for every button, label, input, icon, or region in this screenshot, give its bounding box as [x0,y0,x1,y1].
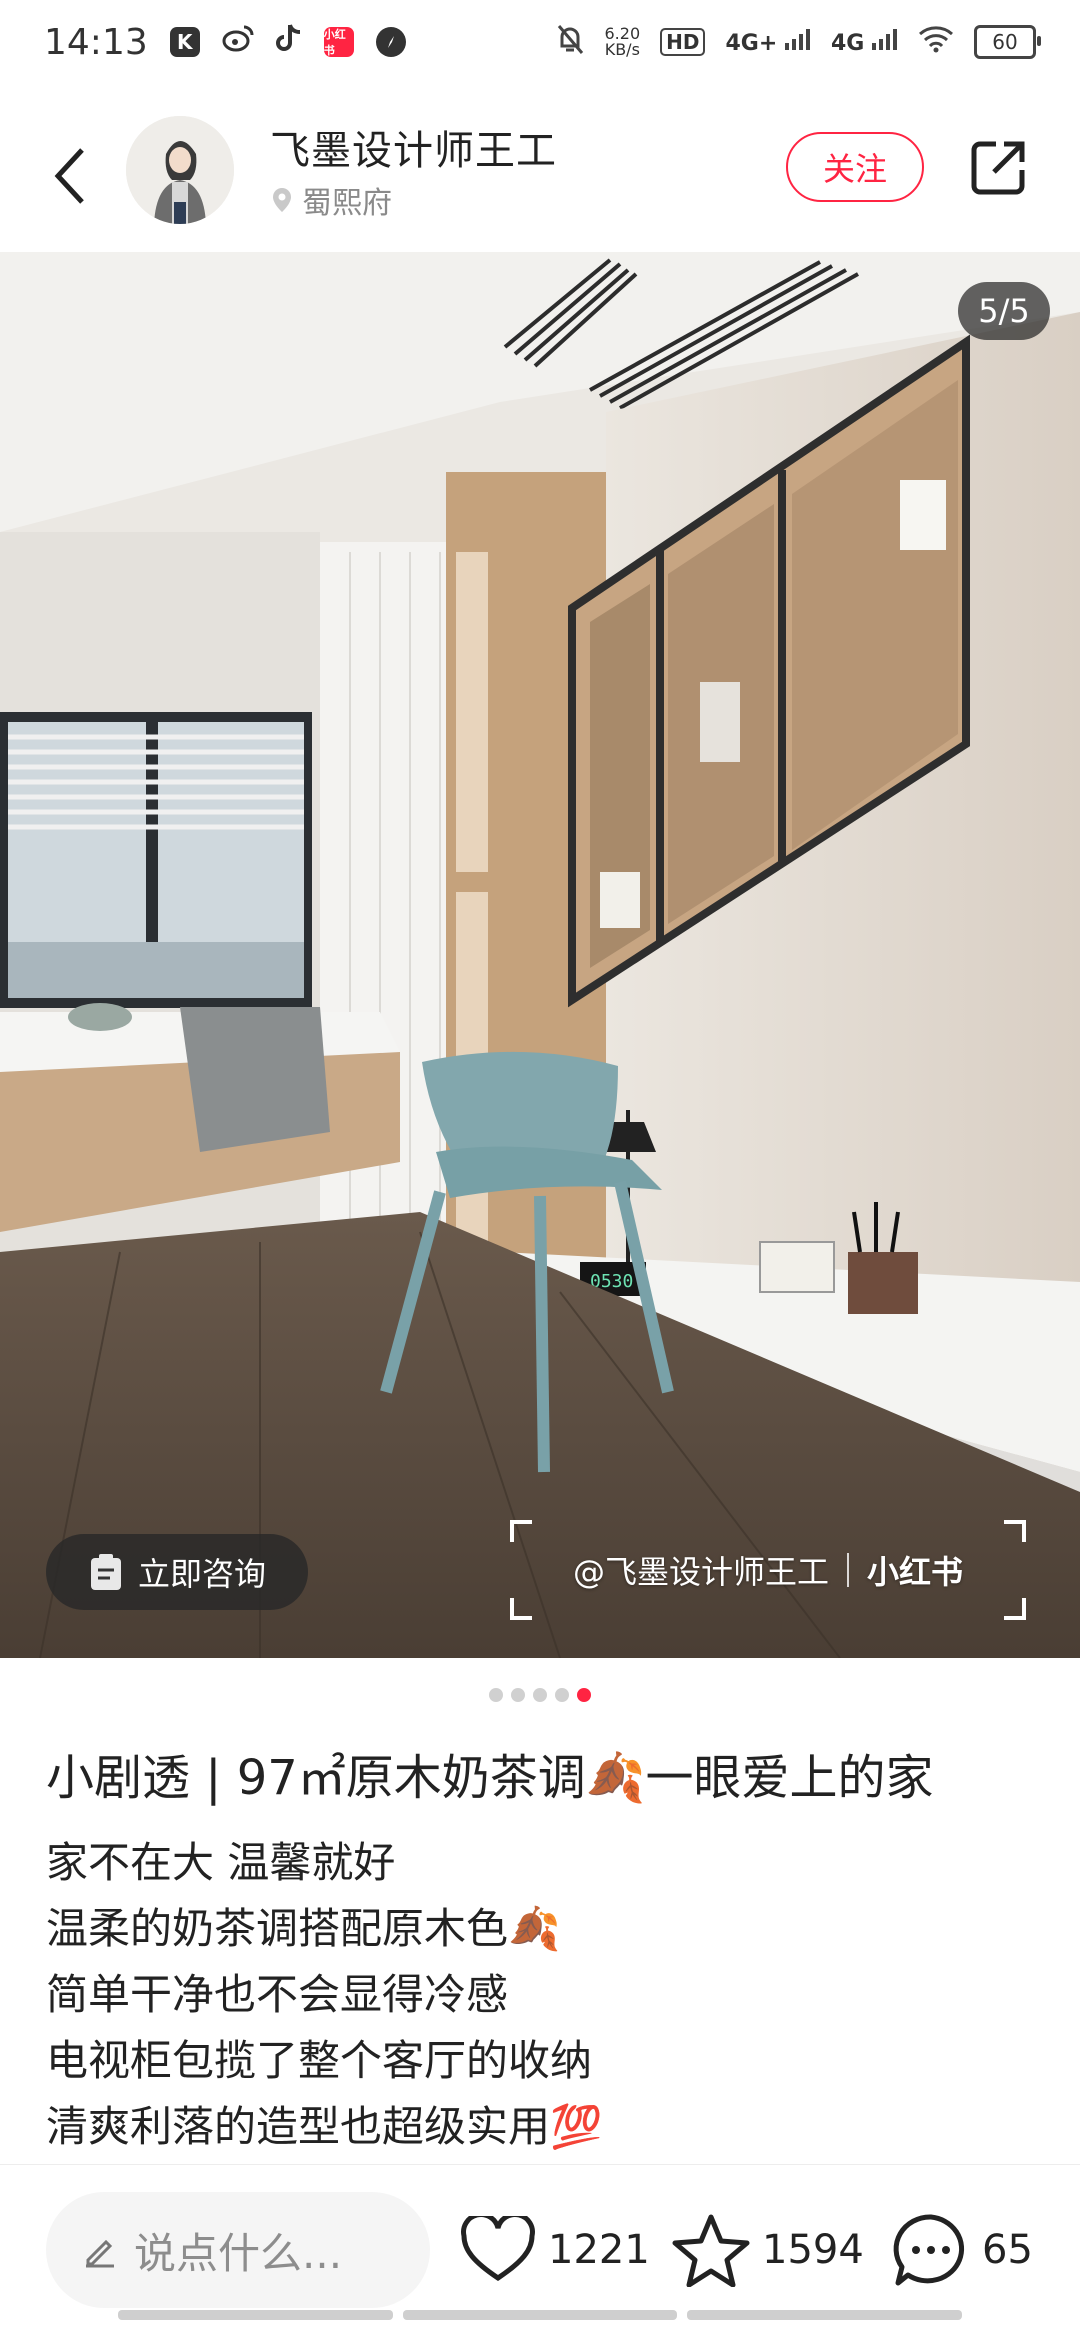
author-avatar[interactable] [126,116,234,224]
k-app-icon: K [169,27,200,57]
follow-button[interactable]: 关注 [786,132,924,202]
carousel-indicator [0,1688,1080,1702]
comment-placeholder: 说点什么... [134,2228,343,2278]
post-body: 家不在大 温馨就好 温柔的奶茶调搭配原木色🍂 简单干净也不会显得冷感 电视柜包揽… [46,1830,602,2160]
share-button[interactable] [964,134,1032,202]
page-counter: 5/5 [958,282,1050,340]
heart-icon [461,2216,535,2282]
status-time: 14:13 [44,21,148,63]
comment-input[interactable]: 说点什么... [46,2192,430,2308]
xiaohongshu-app-icon: 小红书 [323,27,354,57]
author-name[interactable]: 飞墨设计师王工 [270,118,557,176]
battery-indicator: 60 [974,25,1041,59]
network-speed: 6.20 KB/s [604,24,641,59]
location-label: 蜀熙府 [302,186,392,221]
post-title: 小剧透 | 97㎡原木奶茶调🍂一眼爱上的家 [46,1750,934,1806]
clipboard-icon [90,1554,121,1590]
mute-bell-icon [555,23,585,62]
post-image[interactable]: 0530 5/5 立即咨询 @飞墨设计师王工 小红书 [0,252,1080,1658]
watermark: @飞墨设计师王工 小红书 [510,1520,1026,1620]
watermark-author: @飞墨设计师王工 [572,1553,829,1591]
post-header: 飞墨设计师王工 蜀熙府 关注 [0,100,1080,250]
like-button[interactable]: 1221 [460,2208,650,2292]
post-line: 温柔的奶茶调搭配原木色🍂 [46,1904,561,1953]
pencil-icon [86,2239,114,2268]
hd-badge: HD [660,28,706,56]
comment-button[interactable]: 65 [892,2208,1033,2292]
room-photo: 0530 [0,252,1080,1658]
location-pin-icon [273,188,291,212]
carousel-dot [533,1688,547,1702]
weibo-icon [222,22,254,62]
consult-label: 立即咨询 [137,1555,266,1593]
signal-4g-plus: 4G+ [725,28,810,56]
like-count: 1221 [548,2227,650,2273]
chevron-left-icon [54,148,84,204]
post-line: 简单干净也不会显得冷感 [46,1970,509,2019]
comment-count: 65 [982,2227,1033,2273]
share-icon [971,141,1025,195]
divider [0,2164,1080,2165]
back-button[interactable] [40,136,100,216]
watermark-brand: 小红书 [867,1553,964,1591]
comment-bubble-icon [893,2214,965,2286]
carousel-dot [511,1688,525,1702]
wifi-icon [918,25,954,60]
status-bar: 14:13 K 小红书 6.20 KB/s HD 4G+ 4G 60 [0,0,1080,84]
post-line: 家不在大 温馨就好 [46,1838,396,1887]
consult-button[interactable]: 立即咨询 [46,1534,308,1610]
post-line: 清爽利落的造型也超级实用💯 [46,2102,603,2151]
carousel-dot [489,1688,503,1702]
signal-4g: 4G [831,28,898,56]
star-icon [672,2214,750,2287]
location-tag[interactable]: 蜀熙府 [270,178,392,222]
compass-icon [375,27,406,57]
favorite-button[interactable]: 1594 [672,2208,864,2292]
carousel-dot-active [577,1688,591,1702]
bottom-action-bar: 说点什么... 1221 1594 65 [0,2180,1080,2320]
favorite-count: 1594 [762,2227,864,2273]
gesture-bar [118,2310,963,2320]
tiktok-icon [275,22,302,62]
post-line: 电视柜包揽了整个客厅的收纳 [46,2036,593,2085]
carousel-dot [555,1688,569,1702]
